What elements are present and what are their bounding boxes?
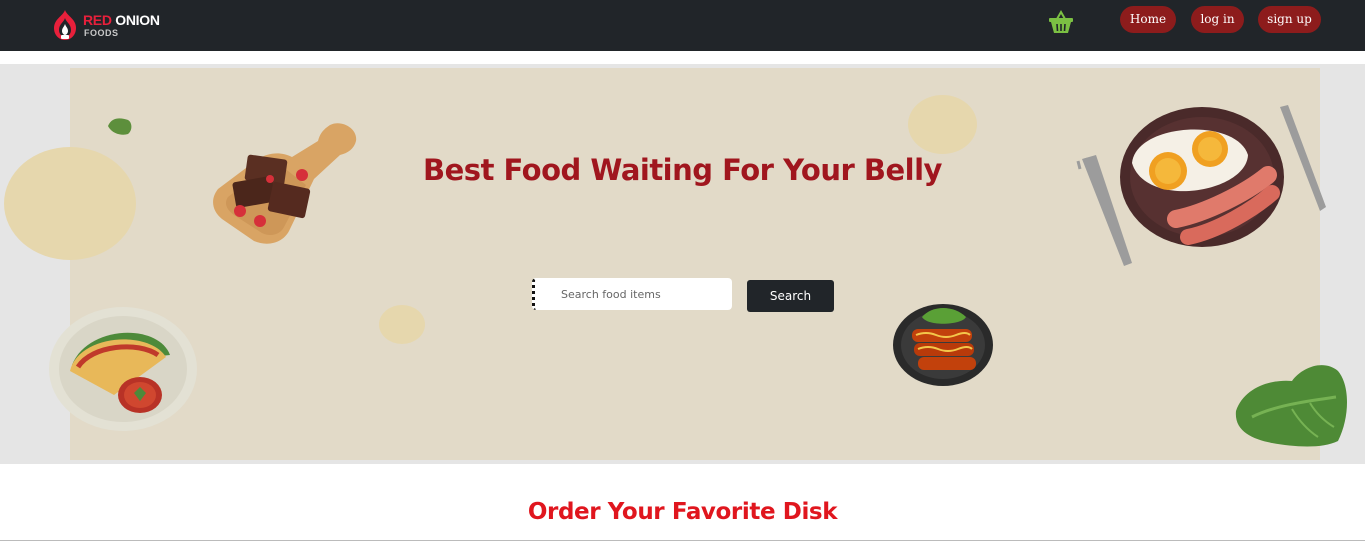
decor-blob: [379, 305, 425, 344]
herb-leaf-icon: [108, 118, 132, 135]
brand-logo[interactable]: RED ONION FOODS: [50, 8, 170, 42]
hero-title: Best Food Waiting For Your Belly: [423, 153, 942, 187]
search-input[interactable]: [532, 278, 732, 310]
brand-name-red: RED: [83, 12, 112, 28]
brand-subtitle: FOODS: [84, 28, 119, 38]
divider: [0, 540, 1365, 541]
search-button[interactable]: Search: [747, 280, 834, 312]
taco-plate-icon: [49, 307, 197, 431]
home-button[interactable]: Home: [1120, 6, 1176, 33]
brand-name-white: ONION: [115, 12, 160, 28]
decor-blob: [908, 95, 977, 154]
navbar: RED ONION FOODS Home log in sign up: [0, 0, 1365, 51]
login-button[interactable]: log in: [1191, 6, 1244, 33]
signup-button[interactable]: sign up: [1258, 6, 1321, 33]
brand-name: RED ONION: [83, 12, 160, 28]
lettuce-leaf-icon: [1235, 365, 1347, 447]
onion-logo-icon: [54, 10, 76, 40]
section-title: Order Your Favorite Disk: [527, 499, 838, 525]
sausage-plate-icon: [893, 304, 993, 386]
shopping-basket-icon[interactable]: [1048, 10, 1074, 34]
